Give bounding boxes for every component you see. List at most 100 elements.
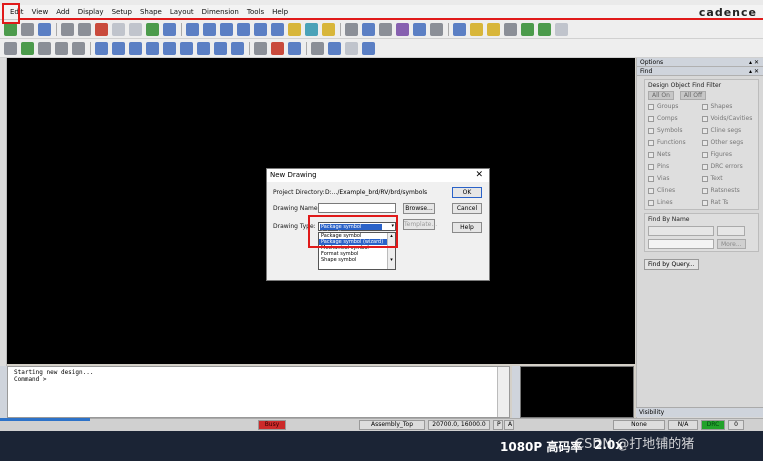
filter-checkbox[interactable]: Rat Ts bbox=[701, 198, 756, 207]
find-name-input[interactable] bbox=[648, 239, 714, 249]
all-off-button[interactable]: All Off bbox=[679, 91, 707, 100]
void-icon[interactable] bbox=[231, 41, 244, 55]
redo-icon[interactable] bbox=[129, 22, 142, 36]
checkbox-box[interactable] bbox=[648, 151, 654, 158]
undo-icon[interactable] bbox=[112, 22, 125, 36]
checkbox-box[interactable] bbox=[701, 175, 708, 182]
find-panel-title[interactable]: Find ▴ ✕ bbox=[637, 67, 763, 76]
zoom-fit-icon[interactable] bbox=[203, 22, 216, 36]
mirror-icon[interactable] bbox=[55, 41, 68, 55]
a-indicator[interactable]: A bbox=[504, 420, 514, 430]
show-element-icon[interactable] bbox=[470, 22, 483, 36]
checkbox-box[interactable] bbox=[701, 103, 708, 110]
options-panel-title[interactable]: Options ▴ ✕ bbox=[637, 58, 763, 67]
ok-button[interactable]: OK bbox=[452, 187, 482, 198]
checkbox-box[interactable] bbox=[648, 163, 654, 170]
shadow-icon[interactable] bbox=[379, 22, 392, 36]
script-icon[interactable] bbox=[311, 41, 324, 55]
command-scrollbar[interactable] bbox=[497, 367, 509, 417]
dialog-titlebar[interactable]: New Drawing ✕ bbox=[267, 169, 489, 182]
timer-icon[interactable] bbox=[504, 22, 517, 36]
filter-checkbox[interactable]: Other segs bbox=[701, 138, 756, 147]
more-button[interactable]: More... bbox=[717, 239, 746, 249]
filter-checkbox[interactable]: Pins bbox=[648, 162, 702, 171]
info-icon[interactable] bbox=[453, 22, 466, 36]
color-icon[interactable] bbox=[322, 22, 335, 36]
filter-checkbox[interactable]: Text bbox=[701, 174, 756, 183]
checkbox-box[interactable] bbox=[648, 199, 654, 206]
checkbox-box[interactable] bbox=[648, 115, 654, 122]
add-circle-icon[interactable] bbox=[129, 41, 142, 55]
copy-icon[interactable] bbox=[78, 22, 91, 36]
browse-button[interactable]: Browse... bbox=[403, 203, 435, 214]
dropdown-option[interactable]: Shape symbol bbox=[319, 257, 395, 263]
checkbox-box[interactable] bbox=[648, 175, 654, 182]
open-icon[interactable] bbox=[21, 22, 34, 36]
command-window-tab[interactable] bbox=[0, 366, 7, 418]
dehighlight-icon[interactable] bbox=[413, 22, 426, 36]
shape-add-rect-icon[interactable] bbox=[197, 41, 210, 55]
highlight-icon[interactable] bbox=[396, 22, 409, 36]
checkbox-box[interactable] bbox=[701, 187, 708, 194]
status-icon[interactable] bbox=[538, 22, 551, 36]
spin-icon[interactable] bbox=[72, 41, 85, 55]
command-window[interactable]: Starting new design... Command > bbox=[7, 366, 510, 418]
3d-view-icon[interactable] bbox=[305, 22, 318, 36]
zoom-points-icon[interactable] bbox=[186, 22, 199, 36]
report-icon[interactable] bbox=[555, 22, 568, 36]
checkbox-box[interactable] bbox=[701, 127, 708, 134]
add-frect-icon[interactable] bbox=[146, 41, 159, 55]
filter-checkbox[interactable]: DRC errors bbox=[701, 162, 756, 171]
mail-icon[interactable] bbox=[345, 41, 358, 55]
snap-icon[interactable] bbox=[4, 41, 17, 55]
pin-icon[interactable]: ▴ ✕ bbox=[749, 58, 759, 67]
checkbox-box[interactable] bbox=[701, 139, 708, 146]
zoom-previous-icon[interactable] bbox=[254, 22, 267, 36]
checkbox-box[interactable] bbox=[648, 139, 654, 146]
template-button[interactable]: Template... bbox=[403, 219, 437, 230]
p-indicator[interactable]: P bbox=[493, 420, 503, 430]
close-icon[interactable]: ✕ bbox=[475, 169, 483, 182]
shape-add-circle-icon[interactable] bbox=[214, 41, 227, 55]
swap-icon[interactable] bbox=[38, 41, 51, 55]
zoom-world-icon[interactable] bbox=[271, 22, 284, 36]
dimension-icon[interactable] bbox=[254, 41, 267, 55]
zoom-in-icon[interactable] bbox=[220, 22, 233, 36]
find-mode-select[interactable] bbox=[717, 226, 745, 236]
assign-color-icon[interactable] bbox=[430, 22, 443, 36]
add-rect-icon[interactable] bbox=[112, 41, 125, 55]
filter-checkbox[interactable]: Ratsnests bbox=[701, 186, 756, 195]
help-button[interactable]: Help bbox=[452, 222, 482, 233]
filter-checkbox[interactable]: Comps bbox=[648, 114, 702, 123]
find-by-query-button[interactable]: Find by Query... bbox=[644, 259, 699, 270]
dimension-linear-icon[interactable] bbox=[271, 41, 284, 55]
filter-checkbox[interactable]: Shapes bbox=[701, 102, 756, 111]
save-icon[interactable] bbox=[38, 22, 51, 36]
new-icon[interactable] bbox=[4, 22, 17, 36]
checkbox-box[interactable] bbox=[701, 151, 708, 158]
drawing-name-input[interactable] bbox=[318, 203, 396, 213]
filter-checkbox[interactable]: Groups bbox=[648, 102, 702, 111]
filter-checkbox[interactable]: Nets bbox=[648, 150, 702, 159]
filter-checkbox[interactable]: Lines bbox=[648, 198, 702, 207]
checkbox-box[interactable] bbox=[648, 127, 654, 134]
checkbox-box[interactable] bbox=[701, 115, 708, 122]
checkbox-box[interactable] bbox=[701, 199, 708, 206]
drc-indicator[interactable]: DRC bbox=[701, 420, 725, 430]
dimension-datum-icon[interactable] bbox=[288, 41, 301, 55]
quality-label[interactable]: 1080P 高码率 bbox=[500, 438, 582, 455]
filter-checkbox[interactable]: Cline segs bbox=[701, 126, 756, 135]
find-type-select[interactable] bbox=[648, 226, 714, 236]
filter-checkbox[interactable]: Voids/Cavities bbox=[701, 114, 756, 123]
cancel-button[interactable]: Cancel bbox=[452, 203, 482, 214]
checkbox-box[interactable] bbox=[648, 103, 654, 110]
filter-checkbox[interactable]: Vias bbox=[648, 174, 702, 183]
zoom-out-icon[interactable] bbox=[237, 22, 250, 36]
pin-icon[interactable] bbox=[163, 22, 176, 36]
filter-checkbox[interactable]: Figures bbox=[701, 150, 756, 159]
place-icon[interactable] bbox=[21, 41, 34, 55]
shape-add-icon[interactable] bbox=[180, 41, 193, 55]
help-icon[interactable] bbox=[362, 41, 375, 55]
move-icon[interactable] bbox=[61, 22, 74, 36]
worldview-tab[interactable] bbox=[512, 366, 520, 418]
